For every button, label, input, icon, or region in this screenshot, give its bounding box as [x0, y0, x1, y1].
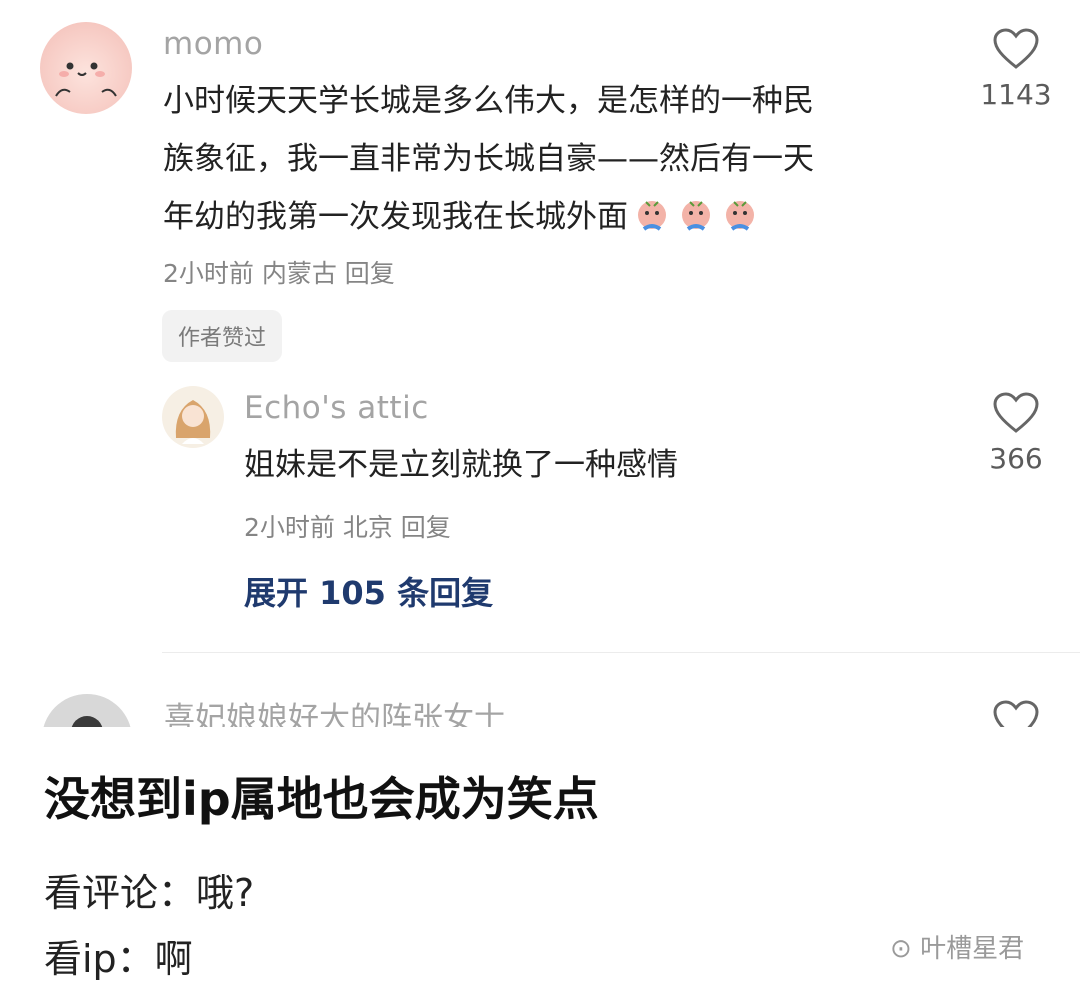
comment-line: 年幼的我第一次发现我在长城外面 — [163, 188, 963, 246]
comment-meta: 2小时前 内蒙古 回复 — [163, 259, 395, 288]
reply-like-button[interactable]: 366 — [966, 392, 1066, 475]
article-line: 看ip：啊 — [44, 937, 193, 981]
comment-screenshot: momo 小时候天天学长城是多么伟大，是怎样的一种民 族象征，我一直非常为长城自… — [0, 0, 1080, 727]
wechat-icon: ⊙ — [890, 934, 912, 964]
heart-icon — [993, 392, 1039, 433]
reply-like-count: 366 — [989, 442, 1043, 475]
watermark: ⊙ 叶槽星君 — [890, 928, 1024, 965]
cartoon-face-icon — [55, 62, 117, 97]
reply-avatar[interactable] — [162, 386, 224, 448]
article-title: 没想到ip属地也会成为笑点 — [44, 772, 599, 826]
crying-emoji-icon — [682, 201, 710, 231]
crying-emoji-icon — [638, 201, 666, 231]
comment-text: 小时候天天学长城是多么伟大，是怎样的一种民 族象征，我一直非常为长城自豪——然后… — [163, 72, 963, 246]
like-button[interactable] — [966, 700, 1066, 727]
heart-icon — [993, 28, 1039, 69]
divider — [162, 652, 1080, 653]
comment-username[interactable]: momo — [163, 26, 263, 62]
comment-username[interactable]: 喜妃娘娘好大的阵张女士 — [164, 693, 505, 727]
avatar[interactable] — [40, 22, 132, 114]
reply-meta: 2小时前 北京 回复 — [244, 513, 451, 542]
crying-emoji-icon — [726, 201, 754, 231]
reply-username[interactable]: Echo's attic — [244, 390, 429, 426]
article-line: 看评论：哦? — [44, 871, 255, 915]
avatar[interactable] — [42, 694, 132, 727]
person-photo-icon — [42, 694, 132, 727]
heart-icon — [993, 700, 1039, 727]
comment-line: 小时候天天学长城是多么伟大，是怎样的一种民 — [163, 83, 814, 119]
expand-replies-link[interactable]: 展开 105 条回复 — [244, 568, 493, 614]
author-liked-badge: 作者赞过 — [162, 310, 283, 362]
comment-line: 族象征，我一直非常为长城自豪——然后有一天 — [163, 141, 814, 177]
reply-text: 姐妹是不是立刻就换了一种感情 — [244, 447, 678, 483]
like-count: 1143 — [980, 78, 1052, 111]
watermark-text: 叶槽星君 — [920, 934, 1025, 964]
girl-portrait-icon — [175, 400, 211, 444]
like-button[interactable]: 1143 — [966, 28, 1066, 111]
comment-line-text: 年幼的我第一次发现我在长城外面 — [163, 199, 628, 235]
